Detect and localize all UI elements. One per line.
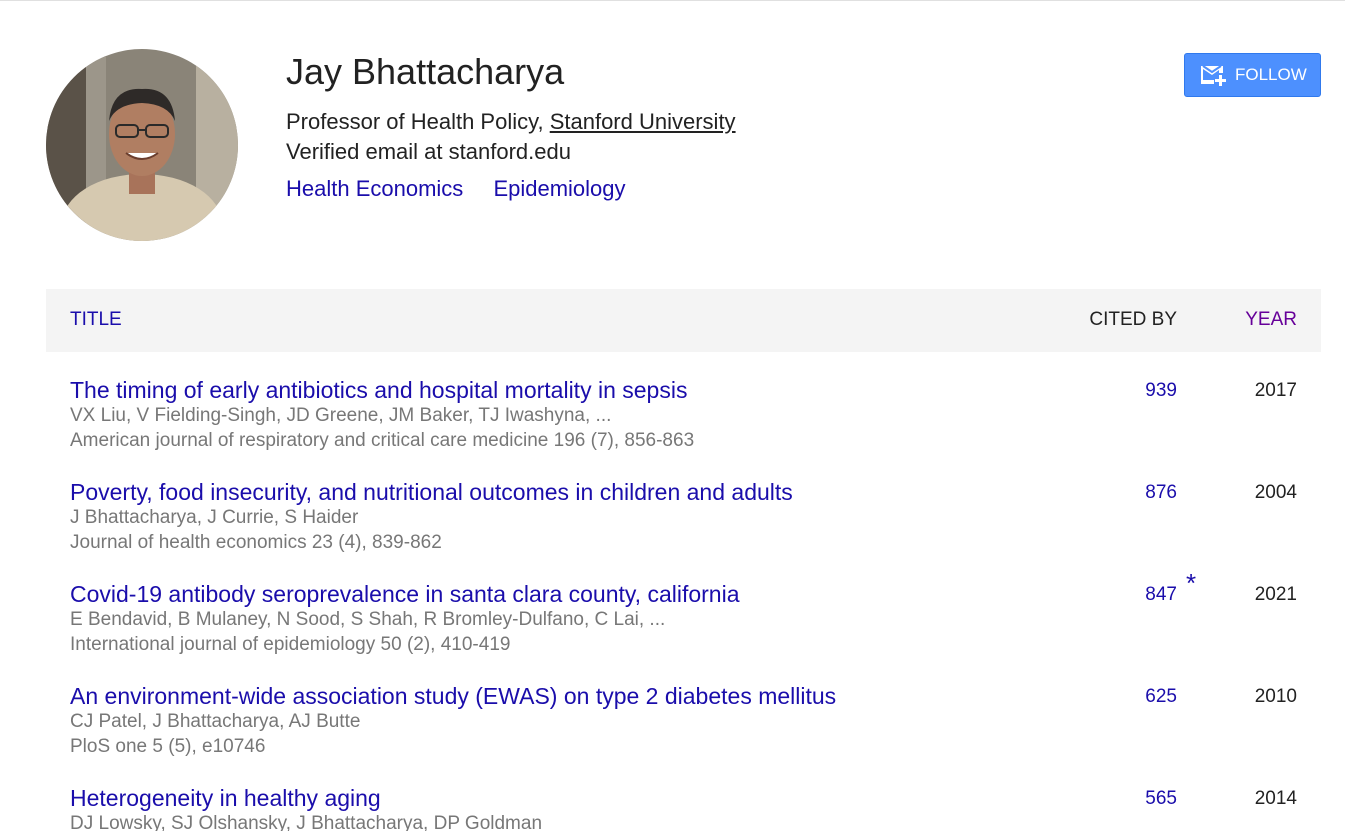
article-authors: CJ Patel, J Bhattacharya, AJ Butte <box>70 711 361 732</box>
article-title-link[interactable]: The timing of early antibiotics and hosp… <box>70 377 687 404</box>
follow-button[interactable]: FOLLOW <box>1184 53 1321 97</box>
cited-by-count-link[interactable]: 876 <box>1145 482 1177 504</box>
article-venue: American journal of respiratory and crit… <box>70 430 695 451</box>
article-authors: J Bhattacharya, J Currie, S Haider <box>70 507 359 528</box>
table-row: Heterogeneity in healthy aging DJ Lowsky… <box>46 785 1321 831</box>
article-venue: International journal of epidemiology 50… <box>70 634 511 655</box>
interest-link[interactable]: Epidemiology <box>493 176 625 201</box>
article-title-link[interactable]: Poverty, food insecurity, and nutritiona… <box>70 479 793 506</box>
article-venue: PloS one 5 (5), e10746 <box>70 736 266 757</box>
article-year: 2010 <box>1254 686 1297 707</box>
article-year: 2014 <box>1254 788 1297 809</box>
cited-by-header: CITED BY <box>1089 309 1177 330</box>
cited-by-count-link[interactable]: 565 <box>1145 788 1177 810</box>
verified-email: Verified email at stanford.edu <box>286 139 571 164</box>
article-year: 2017 <box>1254 380 1297 401</box>
profile-name: Jay Bhattacharya <box>286 51 565 92</box>
table-row: Poverty, food insecurity, and nutritiona… <box>46 479 1321 581</box>
article-title-link[interactable]: Heterogeneity in healthy aging <box>70 785 381 812</box>
affiliation-text: Professor of Health Policy, <box>286 109 550 134</box>
sort-by-year[interactable]: YEAR <box>1245 309 1297 331</box>
sort-by-title[interactable]: TITLE <box>70 309 122 331</box>
merged-citations-star[interactable]: * <box>1186 568 1196 599</box>
article-year: 2004 <box>1254 482 1297 503</box>
follow-label: FOLLOW <box>1235 65 1307 84</box>
profile-photo <box>46 49 238 241</box>
table-row: An environment-wide association study (E… <box>46 683 1321 785</box>
profile-affiliation: Professor of Health Policy, Stanford Uni… <box>286 108 736 136</box>
table-row: The timing of early antibiotics and hosp… <box>46 377 1321 479</box>
table-header: TITLE CITED BY YEAR <box>46 289 1321 352</box>
cited-by-count-link[interactable]: 625 <box>1145 686 1177 708</box>
article-title-link[interactable]: An environment-wide association study (E… <box>70 683 836 710</box>
article-authors: DJ Lowsky, SJ Olshansky, J Bhattacharya,… <box>70 813 543 831</box>
table-row: Covid-19 antibody seroprevalence in sant… <box>46 568 1321 683</box>
cited-by-count-link[interactable]: 847 <box>1145 584 1177 606</box>
article-title-link[interactable]: Covid-19 antibody seroprevalence in sant… <box>70 581 740 608</box>
top-divider <box>0 0 1345 1</box>
interest-link[interactable]: Health Economics <box>286 176 463 201</box>
university-link[interactable]: Stanford University <box>550 109 736 134</box>
article-authors: E Bendavid, B Mulaney, N Sood, S Shah, R… <box>70 609 666 630</box>
cited-by-count-link[interactable]: 939 <box>1145 380 1177 402</box>
article-year: 2021 <box>1254 584 1297 605</box>
envelope-plus-icon <box>1201 65 1226 86</box>
article-authors: VX Liu, V Fielding-Singh, JD Greene, JM … <box>70 405 612 426</box>
article-venue: Journal of health economics 23 (4), 839-… <box>70 532 442 553</box>
research-interests: Health Economics Epidemiology <box>286 175 650 203</box>
